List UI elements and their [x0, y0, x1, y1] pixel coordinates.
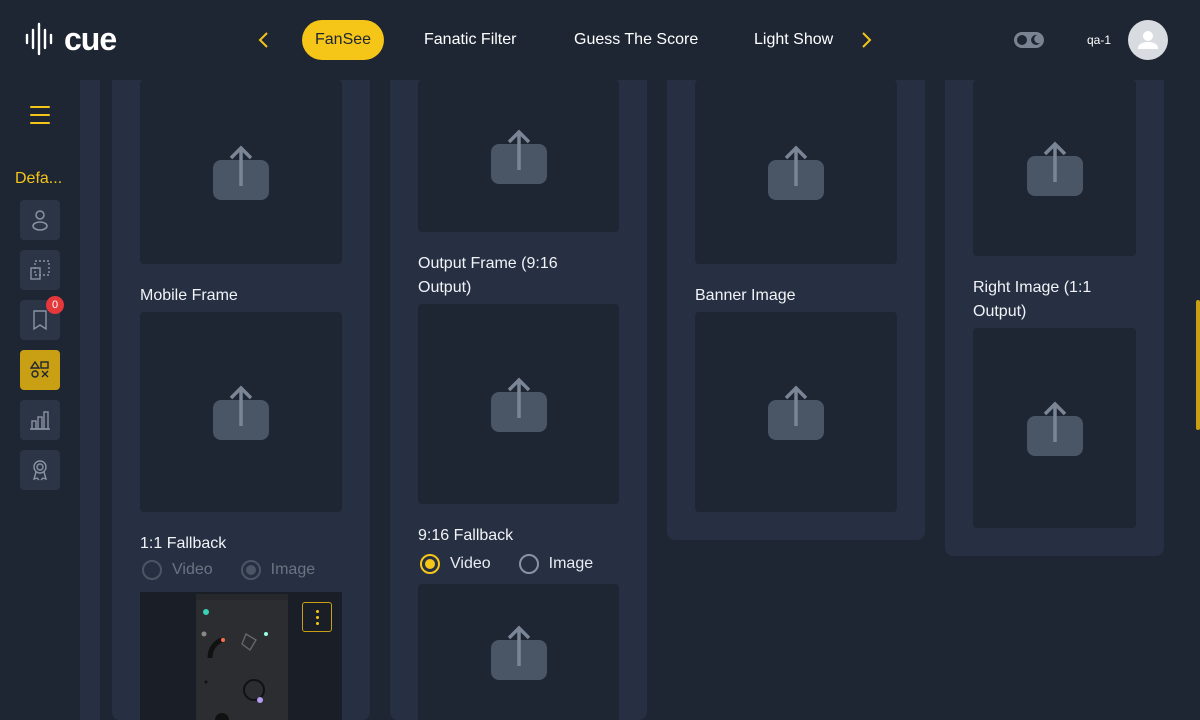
right-image-label: Right Image (1:1 Output) [973, 279, 1092, 320]
video-radio-label: Video [172, 561, 213, 578]
mobile-frame-upload[interactable] [140, 312, 342, 512]
panel-column-1: Mobile Frame 1:1 Fallback Video Image [112, 80, 370, 720]
banner-image-upload[interactable] [695, 312, 897, 512]
sidebar-item-analytics[interactable] [20, 400, 60, 440]
tabs-prev-chevron-icon[interactable] [252, 28, 276, 52]
sidebar-item-awards[interactable] [20, 450, 60, 490]
menu-hamburger-icon[interactable] [30, 106, 50, 124]
fallback-9-16-options: Video Image [420, 554, 621, 574]
tab-fansee[interactable]: FanSee [302, 20, 385, 60]
output-frame-upload[interactable] [418, 304, 619, 504]
username: qa-1 [1087, 33, 1112, 47]
panel-column-2: Output Frame (9:16 Output) 9:16 Fallback… [390, 80, 647, 720]
fallback-1-1-image-option[interactable]: Image [240, 560, 316, 580]
upload-icon [490, 625, 547, 680]
logo[interactable]: cue [24, 21, 117, 57]
image-radio[interactable] [240, 560, 261, 580]
upload-area-top[interactable] [140, 80, 342, 264]
sidebar: Defa... 0 [0, 80, 80, 720]
mobile-frame-label: Mobile Frame [140, 287, 238, 304]
phone-screen-graphic [196, 594, 288, 720]
sidebar-item-shapes[interactable] [20, 350, 60, 390]
shapes-icon [30, 360, 49, 378]
vertical-scrollbar[interactable] [1196, 300, 1200, 430]
tab-fanatic-filter[interactable]: Fanatic Filter [424, 20, 516, 60]
avatar[interactable] [1128, 20, 1168, 60]
tabs-next-chevron-icon[interactable] [854, 28, 878, 52]
user-icon [32, 210, 48, 231]
image-radio-label: Image [270, 561, 316, 578]
banner-image-label: Banner Image [695, 287, 796, 304]
image-radio-label: Image [548, 555, 594, 572]
bookmark-icon [33, 310, 47, 331]
user-avatar-icon [1138, 31, 1158, 49]
layout-icon [30, 260, 50, 280]
fallback-9-16-label: 9:16 Fallback [418, 527, 514, 544]
output-frame-label: Output Frame (9:16 Output) [418, 255, 558, 296]
upload-icon [768, 385, 824, 440]
upload-icon [213, 385, 269, 440]
logo-waveform-icon [25, 22, 53, 56]
panel-column-4: Right Image (1:1 Output) [945, 80, 1164, 556]
right-image-upload[interactable] [973, 328, 1136, 528]
logo-text: cue [64, 21, 117, 57]
upload-icon [490, 129, 547, 184]
top-bar: cue FanSee Fanatic Filter Guess The Scor… [0, 0, 1200, 80]
upload-area-top[interactable] [418, 80, 619, 232]
upload-icon [1026, 401, 1083, 456]
phone-preview-image [196, 594, 288, 720]
sidebar-item-user[interactable] [20, 200, 60, 240]
fallback-1-1-options: Video Image [142, 560, 343, 580]
sidebar-item-layout[interactable] [20, 250, 60, 290]
video-radio[interactable] [142, 560, 162, 580]
upload-icon [1026, 141, 1083, 196]
tab-light-show[interactable]: Light Show [754, 20, 833, 60]
video-radio[interactable] [420, 554, 440, 574]
notification-badge: 0 [46, 296, 64, 314]
theme-toggle[interactable] [1014, 32, 1044, 48]
upload-icon [213, 145, 269, 200]
chart-icon [30, 411, 50, 430]
upload-icon [490, 377, 547, 432]
award-icon [32, 460, 48, 481]
sidebar-item-bookmarks[interactable]: 0 [20, 296, 64, 340]
fallback-9-16-upload[interactable] [418, 584, 619, 720]
tab-guess-the-score[interactable]: Guess The Score [574, 20, 698, 60]
toggle-knob [1017, 35, 1027, 45]
fallback-1-1-preview [140, 592, 342, 720]
upload-area-top[interactable] [973, 80, 1136, 256]
image-radio[interactable] [518, 554, 539, 574]
video-radio-label: Video [450, 555, 491, 572]
upload-icon [768, 145, 824, 200]
fallback-9-16-image-option[interactable]: Image [518, 554, 594, 574]
fallback-1-1-video-option[interactable]: Video [142, 560, 213, 580]
upload-area-top[interactable] [695, 80, 897, 264]
fallback-9-16-video-option[interactable]: Video [420, 554, 491, 574]
moon-icon [1031, 34, 1040, 45]
content-gutter [80, 80, 100, 720]
preview-options-kebab-icon[interactable] [302, 602, 332, 632]
sidebar-section-label: Defa... [15, 170, 63, 187]
panel-column-3: Banner Image [667, 80, 925, 540]
fallback-1-1-label: 1:1 Fallback [140, 535, 227, 552]
